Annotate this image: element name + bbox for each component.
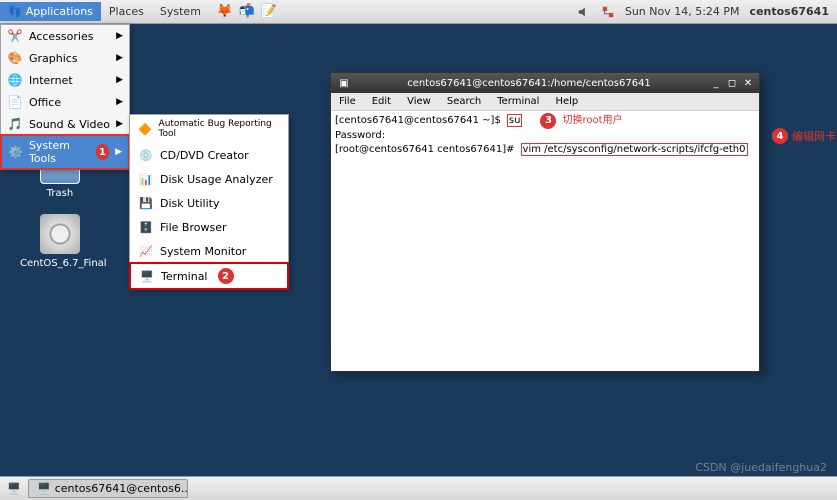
menu-item-sound-video[interactable]: 🎵 Sound & Video ▶ — [1, 113, 129, 135]
disk-usage-icon: 📊 — [138, 171, 154, 187]
menu-item-office[interactable]: 📄 Office ▶ — [1, 91, 129, 113]
chevron-right-icon: ▶ — [116, 53, 123, 63]
terminal-task-icon: 🖥️ — [37, 482, 51, 495]
annotation-badge-4: 4 — [772, 128, 788, 144]
show-desktop-icon[interactable]: 🖥️ — [4, 479, 24, 499]
terminal-app-icon: ▣ — [337, 76, 351, 90]
annotation-badge-2: 2 — [218, 268, 234, 284]
maximize-button[interactable]: ◻ — [725, 76, 739, 90]
top-panel: 👣 Applications Places System 🦊 📬 📝 Sun N… — [0, 0, 837, 24]
minimize-button[interactable]: _ — [709, 76, 723, 90]
applications-menu: ✂️ Accessories ▶ 🎨 Graphics ▶ 🌐 Internet… — [0, 24, 130, 170]
submenu-label: Disk Utility — [160, 197, 219, 210]
chevron-right-icon: ▶ — [116, 97, 123, 107]
panel-left: 👣 Applications Places System 🦊 📬 📝 — [0, 2, 277, 21]
prompt-root: [root@centos67641 centos67641]# — [335, 144, 515, 155]
menu-label: Internet — [29, 74, 73, 87]
notes-icon[interactable]: 📝 — [261, 4, 277, 20]
applications-menu-button[interactable]: 👣 Applications — [0, 2, 101, 21]
annotation-text-3: 切换root用户 — [563, 115, 623, 126]
prompt-1: [centos67641@centos67641 ~]$ — [335, 115, 501, 126]
trash-label: Trash — [30, 188, 90, 199]
terminal-menu-help[interactable]: Help — [547, 94, 586, 109]
submenu-item-disk-utility[interactable]: 💾 Disk Utility — [130, 191, 288, 215]
foot-icon: 👣 — [8, 5, 22, 18]
terminal-menubar: File Edit View Search Terminal Help — [331, 93, 759, 111]
system-tools-submenu: 🔶 Automatic Bug Reporting Tool 💿 CD/DVD … — [129, 114, 289, 290]
menu-label: System Tools — [29, 139, 90, 165]
terminal-titlebar[interactable]: ▣ centos67641@centos67641:/home/centos67… — [331, 73, 759, 93]
terminal-window: ▣ centos67641@centos67641:/home/centos67… — [330, 72, 760, 372]
submenu-label: File Browser — [160, 221, 226, 234]
annotation-badge-1: 1 — [96, 144, 110, 160]
cd-creator-icon: 💿 — [138, 147, 154, 163]
watermark: CSDN @juedaifenghua2 — [695, 461, 827, 474]
taskbar-label: centos67641@centos6... — [55, 482, 188, 495]
annotation-badge-3: 3 — [540, 113, 556, 129]
terminal-title: centos67641@centos67641:/home/centos6764… — [351, 78, 707, 89]
menu-label: Sound & Video — [29, 118, 110, 131]
chevron-right-icon: ▶ — [116, 119, 123, 129]
taskbar-item-terminal[interactable]: 🖥️ centos67641@centos6... — [28, 479, 188, 498]
submenu-item-terminal[interactable]: 🖥️ Terminal 2 — [129, 262, 289, 290]
chevron-right-icon: ▶ — [116, 75, 123, 85]
chevron-right-icon: ▶ — [115, 147, 122, 157]
cd-icon — [40, 214, 80, 254]
submenu-label: System Monitor — [160, 245, 246, 258]
sound-video-icon: 🎵 — [7, 116, 23, 132]
volume-icon[interactable] — [577, 5, 591, 19]
menu-item-internet[interactable]: 🌐 Internet ▶ — [1, 69, 129, 91]
menu-label: Graphics — [29, 52, 78, 65]
system-monitor-icon: 📈 — [138, 243, 154, 259]
command-vim: vim /etc/sysconfig/network-scripts/ifcfg… — [521, 143, 748, 156]
cd-desktop-icon[interactable]: CentOS_6.7_Final — [20, 214, 100, 269]
applications-label: Applications — [26, 5, 93, 18]
system-menu-button[interactable]: System — [152, 2, 209, 21]
accessories-icon: ✂️ — [7, 28, 23, 44]
submenu-item-disk-usage[interactable]: 📊 Disk Usage Analyzer — [130, 167, 288, 191]
network-icon[interactable] — [601, 5, 615, 19]
terminal-menu-view[interactable]: View — [399, 94, 439, 109]
menu-label: Office — [29, 96, 61, 109]
system-tools-icon: ⚙️ — [8, 144, 23, 160]
submenu-item-abrt[interactable]: 🔶 Automatic Bug Reporting Tool — [130, 115, 288, 143]
terminal-menu-terminal[interactable]: Terminal — [489, 94, 547, 109]
submenu-item-file-browser[interactable]: 🗄️ File Browser — [130, 215, 288, 239]
submenu-label: CD/DVD Creator — [160, 149, 249, 162]
submenu-item-cddvd[interactable]: 💿 CD/DVD Creator — [130, 143, 288, 167]
office-icon: 📄 — [7, 94, 23, 110]
submenu-label: Terminal — [161, 270, 208, 283]
cd-label: CentOS_6.7_Final — [20, 258, 100, 269]
menu-item-graphics[interactable]: 🎨 Graphics ▶ — [1, 47, 129, 69]
file-browser-icon: 🗄️ — [138, 219, 154, 235]
command-su: su — [507, 114, 523, 127]
terminal-menu-search[interactable]: Search — [439, 94, 489, 109]
submenu-item-system-monitor[interactable]: 📈 System Monitor — [130, 239, 288, 263]
terminal-menu-edit[interactable]: Edit — [364, 94, 399, 109]
user-menu[interactable]: centos67641 — [750, 5, 829, 18]
panel-right: Sun Nov 14, 5:24 PM centos67641 — [577, 5, 837, 19]
launcher-icons: 🦊 📬 📝 — [217, 4, 277, 20]
firefox-icon[interactable]: 🦊 — [217, 4, 233, 20]
terminal-icon: 🖥️ — [139, 268, 155, 284]
clock[interactable]: Sun Nov 14, 5:24 PM — [625, 5, 740, 18]
chevron-right-icon: ▶ — [116, 31, 123, 41]
internet-icon: 🌐 — [7, 72, 23, 88]
submenu-label: Automatic Bug Reporting Tool — [159, 119, 280, 139]
abrt-icon: 🔶 — [138, 121, 153, 137]
menu-item-system-tools[interactable]: ⚙️ System Tools 1 ▶ — [0, 134, 130, 170]
annotation-text-4: 编辑网卡 — [792, 128, 836, 144]
disk-utility-icon: 💾 — [138, 195, 154, 211]
terminal-menu-file[interactable]: File — [331, 94, 364, 109]
places-menu-button[interactable]: Places — [101, 2, 152, 21]
graphics-icon: 🎨 — [7, 50, 23, 66]
menu-label: Accessories — [29, 30, 93, 43]
password-prompt: Password: — [335, 130, 385, 141]
mail-icon[interactable]: 📬 — [239, 4, 255, 20]
terminal-body[interactable]: [centos67641@centos67641 ~]$ su 3 切换root… — [331, 111, 759, 159]
bottom-panel: 🖥️ 🖥️ centos67641@centos6... — [0, 476, 837, 500]
submenu-label: Disk Usage Analyzer — [160, 173, 273, 186]
menu-item-accessories[interactable]: ✂️ Accessories ▶ — [1, 25, 129, 47]
close-button[interactable]: ✕ — [741, 76, 755, 90]
